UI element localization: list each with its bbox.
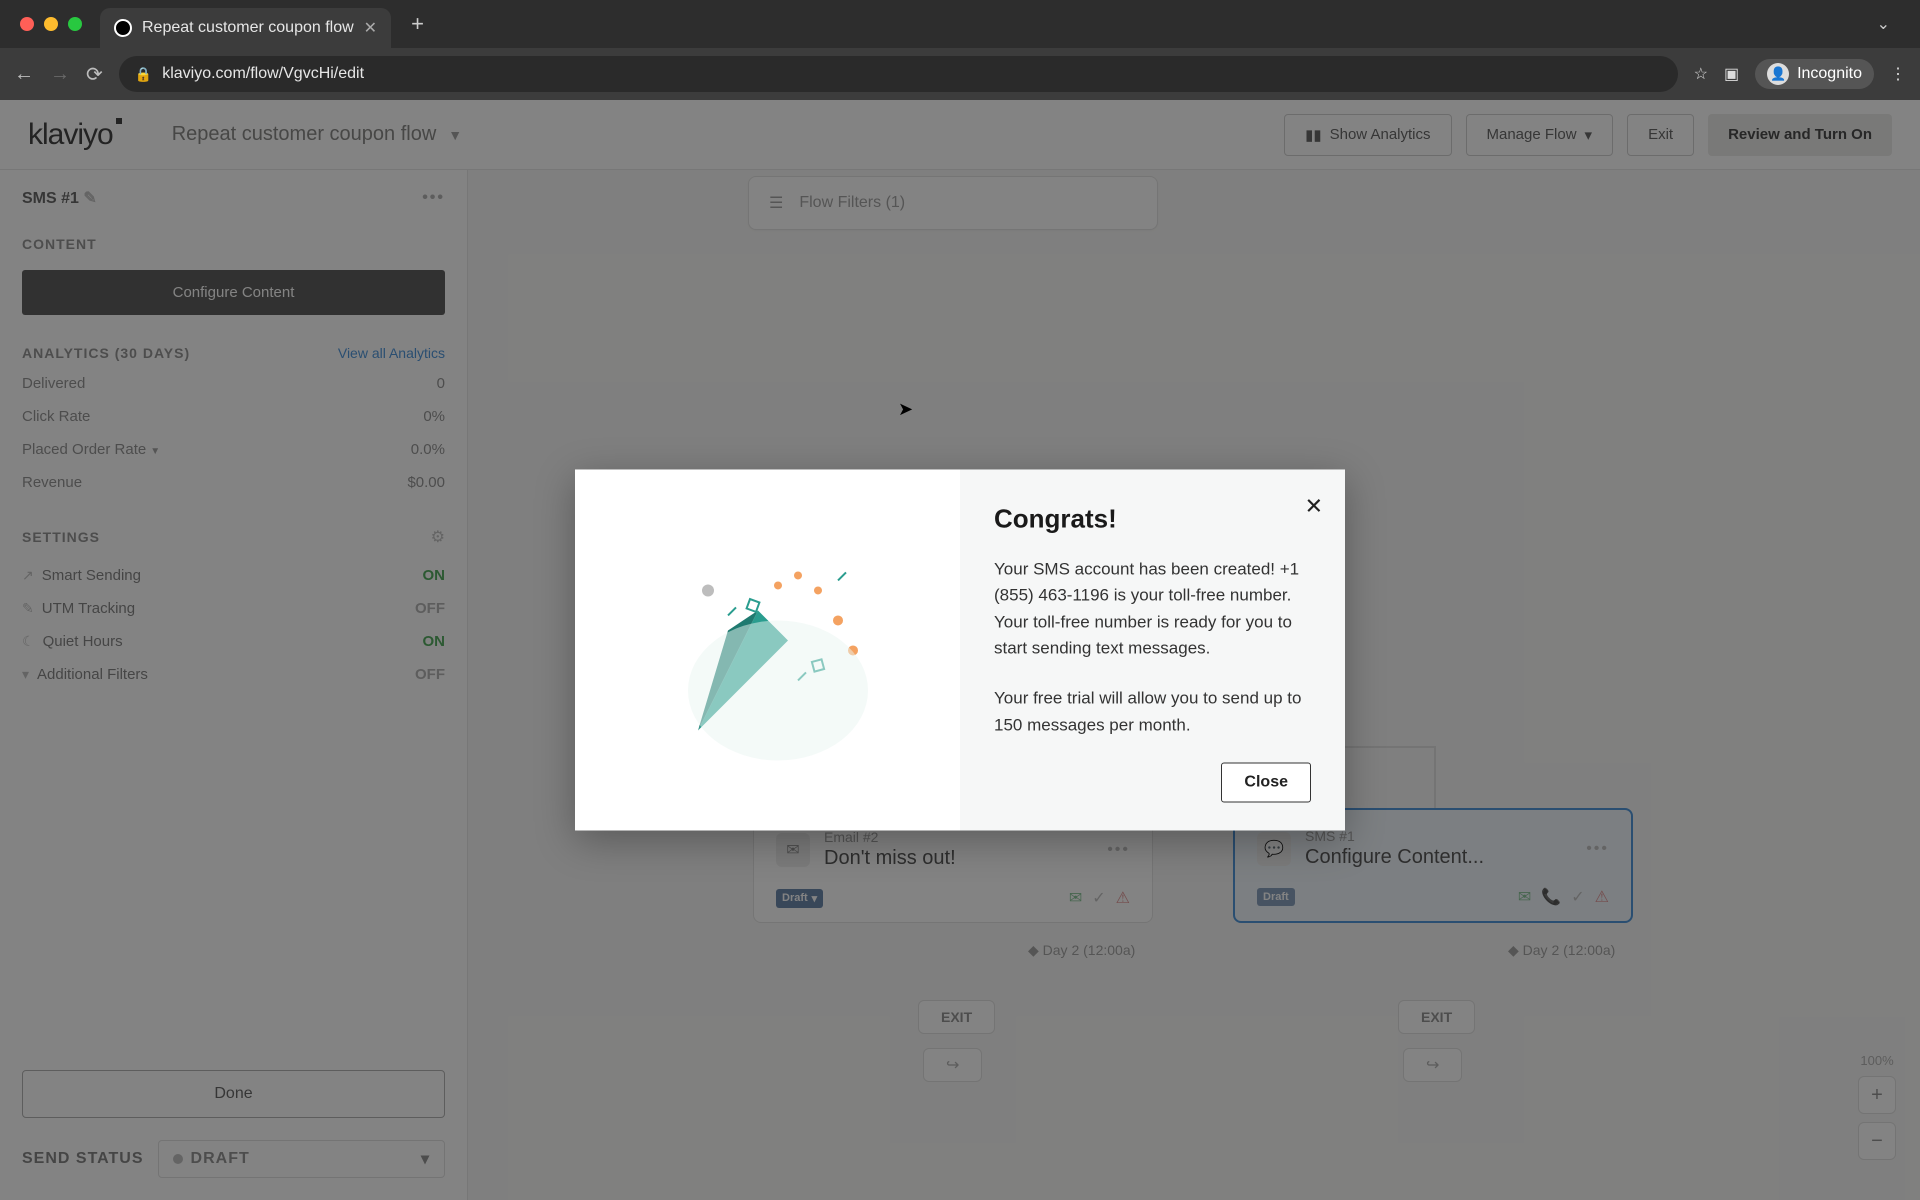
modal-illustration [575,469,960,830]
kebab-menu-icon[interactable]: ⋮ [1890,64,1906,84]
modal-title: Congrats! [994,503,1311,534]
tab-close-icon[interactable]: ✕ [364,18,377,38]
forward-icon: → [50,63,70,86]
favicon-icon [114,19,132,37]
modal-paragraph-1: Your SMS account has been created! +1 (8… [994,556,1311,661]
modal-close-icon[interactable]: ✕ [1305,493,1323,519]
incognito-label: Incognito [1797,65,1862,83]
star-icon[interactable]: ☆ [1694,64,1708,84]
panel-icon[interactable]: ▣ [1724,64,1739,84]
incognito-badge[interactable]: 👤 Incognito [1755,59,1874,89]
maximize-window-icon[interactable] [68,17,82,31]
minimize-window-icon[interactable] [44,17,58,31]
new-tab-button[interactable]: + [401,11,434,37]
url-field[interactable]: 🔒 klaviyo.com/flow/VgvcHi/edit [119,56,1678,92]
tab-title: Repeat customer coupon flow [142,19,354,37]
modal-paragraph-2: Your free trial will allow you to send u… [994,686,1311,739]
window-controls [12,17,90,31]
url-text: klaviyo.com/flow/VgvcHi/edit [162,65,364,83]
back-icon[interactable]: ← [14,63,34,86]
congrats-modal: ✕ Congrats! Your SMS account has been cr… [575,469,1345,830]
tab-bar: Repeat customer coupon flow ✕ + ⌄ [0,0,1920,48]
close-window-icon[interactable] [20,17,34,31]
incognito-icon: 👤 [1767,63,1789,85]
modal-close-button[interactable]: Close [1221,763,1311,803]
confetti-cone-icon [638,520,898,780]
reload-icon[interactable]: ⟳ [86,62,103,87]
address-bar: ← → ⟳ 🔒 klaviyo.com/flow/VgvcHi/edit ☆ ▣… [0,48,1920,100]
tabs-chevron-icon[interactable]: ⌄ [1877,14,1908,34]
lock-icon: 🔒 [135,66,152,83]
browser-tab[interactable]: Repeat customer coupon flow ✕ [100,8,391,48]
